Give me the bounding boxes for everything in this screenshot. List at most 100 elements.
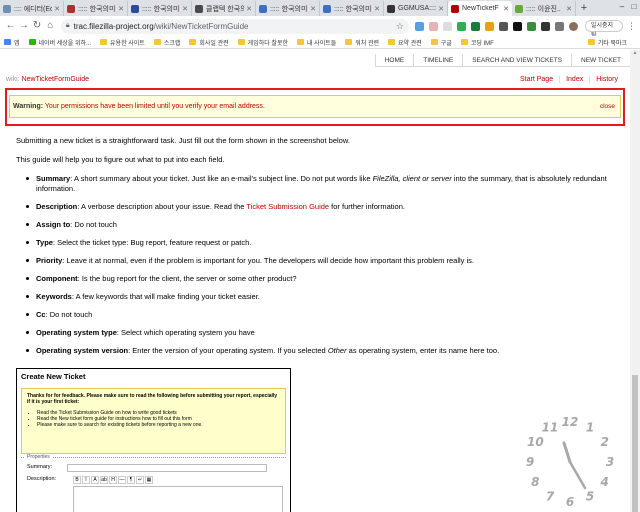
close-tab-icon[interactable]: ✕ — [246, 5, 252, 13]
ctx-link-start-page[interactable]: Start Page — [514, 76, 559, 83]
bookmark-item[interactable]: 앱 — [4, 38, 20, 47]
warning-banner: Warning: Your permissions have been limi… — [9, 95, 621, 118]
properties-fieldset: Properties Summary: Description: B I Aab H —… — [21, 454, 286, 512]
browser-tab[interactable]: ::::: 한국의미.. ✕ — [128, 1, 192, 16]
bookmark-item[interactable]: 내 사이트들 — [296, 38, 336, 47]
close-tab-icon[interactable]: ✕ — [182, 5, 188, 13]
ctx-link-history[interactable]: History — [589, 76, 624, 83]
bookmark-item[interactable]: 네이버 세상을 위하... — [28, 38, 91, 47]
forward-icon[interactable]: → — [17, 19, 30, 33]
close-tab-icon[interactable]: ✕ — [54, 5, 60, 13]
profile-button[interactable]: 일시중지됨 — [584, 20, 623, 39]
browser-tab[interactable]: ::::: 한국의미.. ✕ — [64, 1, 128, 16]
back-icon[interactable]: ← — [4, 19, 17, 33]
close-tab-icon[interactable]: ✕ — [438, 5, 444, 13]
close-tab-icon[interactable]: ✕ — [118, 5, 124, 13]
close-button[interactable]: close — [600, 96, 615, 117]
favicon-icon — [67, 4, 75, 13]
browser-tab[interactable]: 클랩텍 한국의미..✕ — [192, 1, 256, 16]
wiki-prefix: wiki: — [6, 76, 20, 83]
breadcrumb[interactable]: NewTicketFormGuide — [22, 76, 89, 83]
nav-home[interactable]: HOME — [374, 54, 414, 66]
browser-tab[interactable]: ::::: 이윤진.. ✕ — [512, 1, 576, 16]
field-list: Summary: A short summary about your tick… — [24, 174, 616, 356]
bookmark-item[interactable]: 회사일 관련 — [189, 38, 229, 47]
bookmark-item[interactable]: 워처 관련 — [345, 38, 379, 47]
clock-number: 10 — [527, 435, 544, 449]
bookmark-icon — [4, 39, 11, 45]
extension-icon[interactable] — [498, 21, 508, 31]
menu-icon[interactable]: ⋮ — [627, 21, 636, 32]
bookmark-item[interactable]: 스크랩 — [153, 38, 180, 47]
browser-tab[interactable]: NewTicketF ✕ — [448, 1, 512, 16]
note-item: Please make sure to search for existing … — [37, 422, 280, 428]
list-item: Operating system version: Enter the vers… — [24, 346, 616, 356]
favicon-icon — [387, 4, 395, 13]
favicon-icon — [323, 4, 331, 13]
ticket-guide-link[interactable]: Ticket Submission Guide — [246, 202, 329, 211]
extension-icon[interactable] — [484, 21, 494, 31]
nav-new-ticket[interactable]: NEW TICKET — [571, 54, 630, 66]
close-tab-icon[interactable]: ✕ — [503, 5, 509, 13]
clock-number: 1 — [586, 420, 594, 434]
folder-icon — [296, 39, 304, 45]
bookmark-item[interactable]: 구글 — [430, 38, 452, 47]
extension-icon[interactable] — [540, 21, 550, 31]
close-tab-icon[interactable]: ✕ — [566, 5, 572, 13]
toolbar-button: ▦ — [145, 476, 153, 484]
browser-tab[interactable]: ::::: 한국의미.. ✕ — [320, 1, 384, 16]
close-tab-icon[interactable]: ✕ — [374, 5, 380, 13]
url-text: trac.filezilla-project.org/wiki/NewTicke… — [73, 21, 249, 31]
clock-number: 11 — [542, 420, 559, 434]
extension-icon[interactable] — [526, 21, 536, 31]
nav-timeline[interactable]: TIMELINE — [413, 54, 462, 66]
bookmark-item[interactable]: 게임하다 찰못한 — [237, 38, 288, 47]
maximize-icon[interactable]: □ — [628, 0, 640, 16]
extension-icon[interactable] — [414, 21, 424, 31]
reload-icon[interactable]: ↻ — [30, 19, 43, 33]
bookmark-item[interactable]: 유용한 사이트 — [100, 38, 145, 47]
extension-icon[interactable] — [512, 21, 522, 31]
intro-paragraph: This guide will help you to figure out w… — [16, 155, 225, 164]
summary-row: Summary: — [27, 464, 267, 472]
favicon-icon — [3, 4, 11, 13]
clock-number: 3 — [606, 455, 614, 469]
bookmark-item[interactable]: 코딩 IMF — [460, 38, 494, 47]
avatar[interactable] — [568, 21, 578, 31]
list-item: Type: Select the ticket type: Bug report… — [24, 238, 616, 248]
description-textarea — [73, 486, 283, 512]
home-icon[interactable]: ⌂ — [44, 19, 57, 33]
extension-icon[interactable] — [442, 21, 452, 31]
bookmark-icon — [28, 39, 36, 45]
verify-email-link[interactable]: verify your email address — [185, 103, 263, 110]
bookmark-star-icon[interactable]: ☆ — [396, 21, 404, 32]
navigation-bar: ← → ↻ ⌂ 🔒︎ trac.filezilla-project.org/wi… — [0, 16, 640, 39]
screenshot-note: Thanks for for feedback. Please make sur… — [21, 388, 286, 454]
address-bar[interactable]: 🔒︎ trac.filezilla-project.org/wiki/NewTi… — [60, 18, 409, 34]
close-tab-icon[interactable]: ✕ — [310, 5, 316, 13]
folder-icon — [100, 39, 108, 45]
browser-tab[interactable]: :::: 에디터(Ed ✕ — [0, 1, 64, 16]
page-viewport: HOME TIMELINE SEARCH AND VIEW TICKETS NEW T… — [0, 50, 630, 512]
extension-icon[interactable] — [428, 21, 438, 31]
browser-tab[interactable]: ::::: 한국의미.. ✕ — [256, 1, 320, 16]
toolbar-button: I — [82, 476, 90, 484]
browser-tab[interactable]: GGMUSA::::..✕ — [384, 1, 448, 16]
folder-icon — [430, 39, 438, 45]
ctx-link-index[interactable]: Index — [559, 76, 590, 83]
new-tab-button[interactable]: + — [576, 1, 592, 16]
nav-search-and-view-tickets[interactable]: SEARCH AND VIEW TICKETS — [462, 54, 571, 66]
scrollbar[interactable]: ▲ — [630, 50, 640, 512]
puzzle-icon[interactable] — [554, 21, 564, 31]
bookmark-item[interactable]: 요약 관련 — [388, 38, 422, 47]
bookmark-other[interactable]: 기타 북마크 — [587, 38, 636, 47]
extension-icon[interactable] — [456, 21, 466, 31]
extension-icon[interactable] — [470, 21, 480, 31]
favicon-icon — [195, 4, 203, 13]
favicon-icon — [515, 4, 523, 13]
scrollbar-thumb[interactable] — [632, 375, 638, 512]
minimize-icon[interactable]: – — [616, 0, 628, 16]
context-nav: wiki: NewTicketFormGuide Start Page Index… — [6, 76, 624, 86]
clock-number: 9 — [526, 455, 534, 469]
scroll-up-icon[interactable]: ▲ — [630, 50, 640, 58]
